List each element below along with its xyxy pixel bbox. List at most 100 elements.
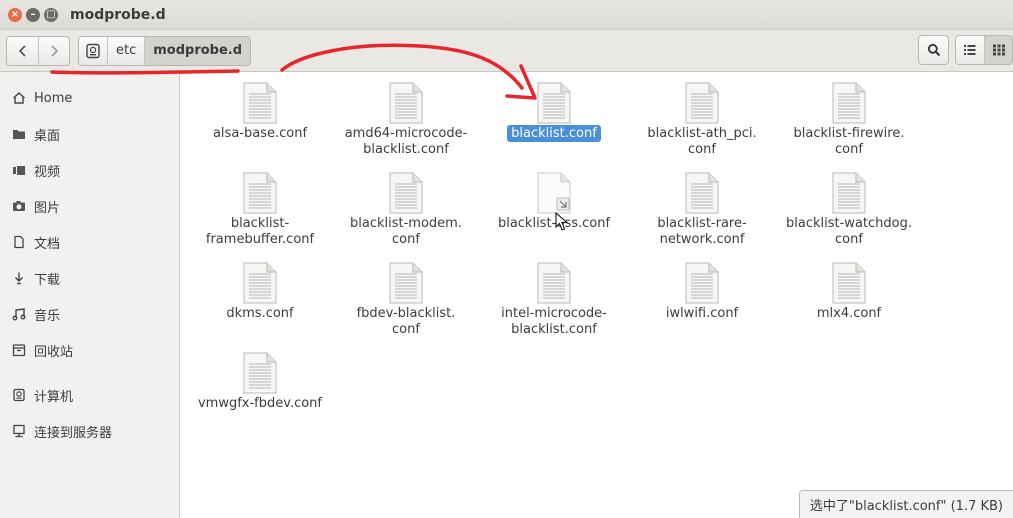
file-item[interactable]: blacklist-firewire. conf <box>775 82 923 158</box>
close-window-button[interactable]: × <box>8 7 22 22</box>
file-name: blacklist-ath_pci. conf <box>628 126 776 158</box>
text-file-icon <box>389 262 423 304</box>
minimize-window-button[interactable]: – <box>26 7 40 22</box>
sidebar-item-pictures[interactable]: 图片 <box>0 188 179 224</box>
file-view: alsa-base.conf amd64-microcode-blacklist.… <box>180 72 1013 518</box>
chevron-right-icon <box>51 44 59 57</box>
file-name-line: conf <box>835 232 863 247</box>
breadcrumb-modprobe[interactable]: modprobe.d <box>145 36 251 65</box>
download-icon <box>11 271 27 285</box>
file-item[interactable]: intel-microcode-blacklist.conf <box>480 262 628 338</box>
file-item[interactable]: alsa-base.conf <box>186 82 334 142</box>
sidebar-item-label: 桌面 <box>34 128 61 144</box>
back-button[interactable] <box>7 37 38 65</box>
file-name-line: conf <box>392 232 420 247</box>
sidebar-item-documents[interactable]: 文档 <box>0 224 179 260</box>
file-item[interactable]: vmwgfx-fbdev.conf <box>186 352 334 412</box>
sidebar-item-computer[interactable]: 计算机 <box>0 377 179 413</box>
server-icon <box>11 424 27 438</box>
status-bar: 选中了"blacklist.conf" (1.7 KB) <box>798 490 1013 518</box>
sidebar-item-home[interactable]: Home <box>0 80 179 116</box>
sidebar-item-label: 图片 <box>34 200 61 216</box>
file-name-line: fbdev-blacklist. <box>356 306 456 321</box>
trash-icon <box>11 343 27 357</box>
file-name-line: blacklist-watchdog. <box>786 216 912 231</box>
file-item[interactable]: blacklist.conf <box>480 82 628 142</box>
file-item[interactable]: amd64-microcode-blacklist.conf <box>332 82 480 158</box>
file-name-line: blacklist-rare- <box>657 216 747 231</box>
file-name-line: blacklist-firewire. <box>793 126 905 141</box>
folder-icon <box>11 127 27 141</box>
sidebar-item-videos[interactable]: 视频 <box>0 152 179 188</box>
text-file-icon <box>685 262 719 304</box>
file-name: alsa-base.conf <box>186 126 334 142</box>
music-icon <box>11 307 27 321</box>
file-name: fbdev-blacklist. conf <box>332 306 480 338</box>
file-name-line: dkms.conf <box>226 306 294 321</box>
text-file-icon <box>243 262 277 304</box>
text-file-icon <box>537 262 571 304</box>
file-item[interactable]: blacklist-framebuffer.conf <box>186 172 334 248</box>
file-name-line: blacklist.conf <box>507 125 601 142</box>
view-tools <box>918 35 1013 65</box>
file-name-line: conf <box>835 142 863 157</box>
sidebar-item-label: 计算机 <box>34 389 74 405</box>
sidebar-item-label: 音乐 <box>34 308 61 324</box>
title-bar: × – □ modprobe.d <box>0 0 1013 30</box>
computer-icon <box>11 388 27 402</box>
sidebar-item-label: 连接到服务器 <box>34 425 113 441</box>
grid-view-button[interactable] <box>984 36 1012 64</box>
maximize-window-button[interactable]: □ <box>44 7 58 22</box>
breadcrumb: etc modprobe.d <box>78 35 252 66</box>
file-name-line: iwlwifi.conf <box>665 306 739 321</box>
window-title: modprobe.d <box>70 6 166 23</box>
toolbar: etc modprobe.d <box>0 30 1013 72</box>
file-name-line: blacklist.conf <box>511 322 597 337</box>
sidebar-item-label: 回收站 <box>34 344 74 360</box>
file-item[interactable]: iwlwifi.conf <box>628 262 776 322</box>
text-file-icon <box>389 82 423 124</box>
sidebar-item-trash[interactable]: 回收站 <box>0 332 179 368</box>
list-view-button[interactable] <box>956 36 984 64</box>
sidebar-item-desktop[interactable]: 桌面 <box>0 116 179 152</box>
sidebar-item-music[interactable]: 音乐 <box>0 296 179 332</box>
search-button[interactable] <box>918 35 949 65</box>
sidebar-item-label: Home <box>34 90 73 106</box>
file-item[interactable]: blacklist-oss.conf <box>480 172 628 232</box>
file-name-line: vmwgfx-fbdev.conf <box>197 396 322 411</box>
sidebar-item-downloads[interactable]: 下载 <box>0 260 179 296</box>
file-item[interactable]: blacklist-watchdog. conf <box>775 172 923 248</box>
symlink-file-icon <box>537 172 571 214</box>
file-item[interactable]: blacklist-ath_pci. conf <box>628 82 776 158</box>
mouse-cursor-icon <box>555 212 569 231</box>
file-name-line: blacklist- <box>230 216 290 231</box>
file-name-line: blacklist.conf <box>363 142 449 157</box>
forward-button[interactable] <box>38 36 69 65</box>
sidebar-item-connect-server[interactable]: 连接到服务器 <box>0 413 179 449</box>
file-name: mlx4.conf <box>775 306 923 322</box>
breadcrumb-root[interactable] <box>79 36 108 65</box>
file-name: vmwgfx-fbdev.conf <box>186 396 334 412</box>
list-icon <box>964 45 976 55</box>
breadcrumb-etc[interactable]: etc <box>108 36 146 65</box>
file-item[interactable]: mlx4.conf <box>775 262 923 322</box>
text-file-icon <box>832 262 866 304</box>
file-item[interactable]: dkms.conf <box>186 262 334 322</box>
file-name-line: blacklist-ath_pci. <box>647 126 757 141</box>
file-name: blacklist-rare-network.conf <box>628 216 776 248</box>
file-name: dkms.conf <box>186 306 334 322</box>
file-item[interactable]: blacklist-modem. conf <box>332 172 480 248</box>
file-name-line: conf <box>392 322 420 337</box>
text-file-icon <box>243 172 277 214</box>
text-file-icon <box>537 82 571 124</box>
search-icon <box>927 43 940 57</box>
sidebar-item-label: 下载 <box>34 272 61 288</box>
text-file-icon <box>389 172 423 214</box>
file-name: blacklist-watchdog. conf <box>775 216 923 248</box>
text-file-icon <box>832 172 866 214</box>
file-name: amd64-microcode-blacklist.conf <box>332 126 480 158</box>
view-mode-toggle <box>955 35 1013 65</box>
file-name: blacklist.conf <box>480 125 628 142</box>
file-item[interactable]: fbdev-blacklist. conf <box>332 262 480 338</box>
file-item[interactable]: blacklist-rare-network.conf <box>628 172 776 248</box>
